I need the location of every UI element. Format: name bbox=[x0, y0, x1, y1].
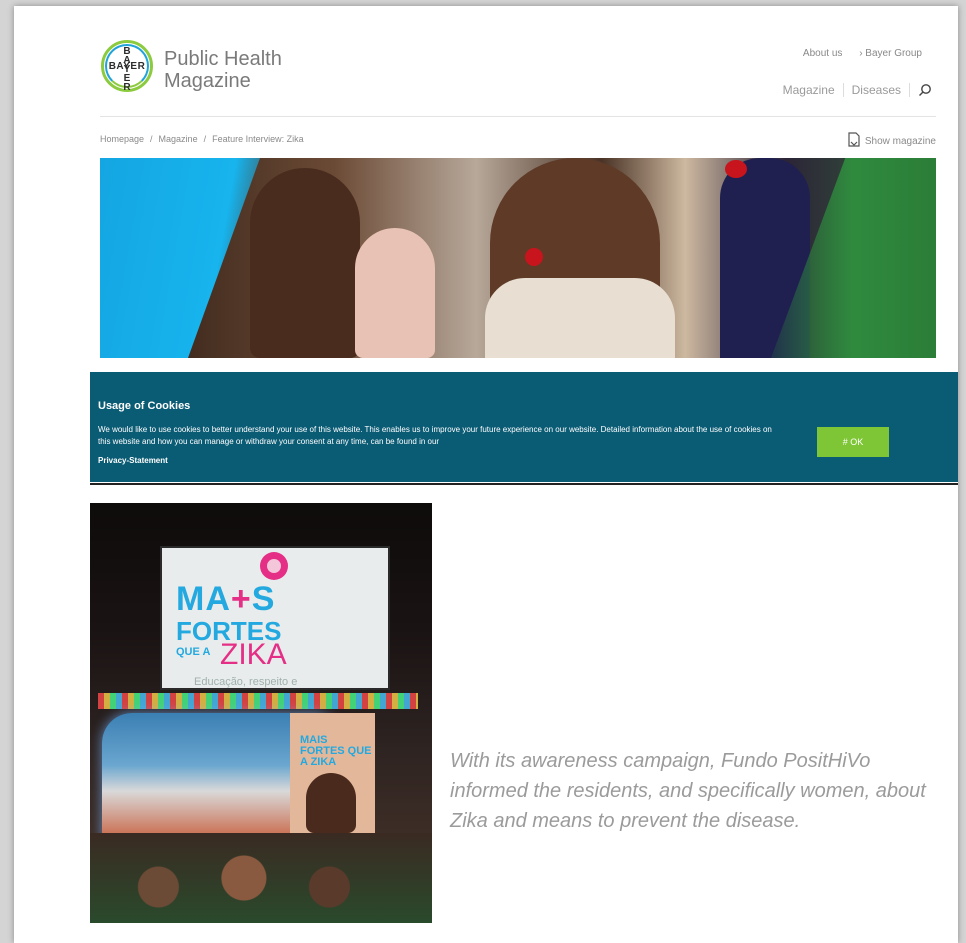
main-nav: Magazine Diseases bbox=[783, 83, 932, 97]
magazine-icon bbox=[847, 132, 860, 150]
breadcrumb: Homepage / Magazine / Feature Interview: Zik… bbox=[100, 134, 304, 144]
top-links: About us › Bayer Group bbox=[789, 48, 922, 59]
billboard-line-1: MA+S bbox=[176, 580, 276, 618]
hero-figure bbox=[355, 228, 435, 358]
clown-nose bbox=[525, 248, 543, 266]
poster-figure bbox=[306, 773, 356, 833]
bayer-group-link[interactable]: › Bayer Group bbox=[859, 48, 922, 59]
cookie-ok-button[interactable]: # OK bbox=[817, 427, 889, 457]
bayer-logo[interactable]: BAYER BAYER bbox=[101, 40, 153, 93]
search-icon[interactable] bbox=[918, 83, 932, 97]
venus-symbol-icon bbox=[260, 552, 288, 580]
breadcrumb-separator: / bbox=[203, 134, 207, 144]
cookie-banner: Usage of Cookies We would like to use co… bbox=[90, 372, 958, 482]
photo-caption: With its awareness campaign, Fundo Posit… bbox=[450, 750, 926, 832]
brand-line-1: Public Health bbox=[164, 48, 282, 70]
nav-divider bbox=[842, 83, 844, 97]
billboard-line-4: ZIKA bbox=[220, 638, 287, 671]
poster-text: MAIS FORTES QUE A ZIKA bbox=[300, 734, 372, 768]
brand-title[interactable]: Public Health Magazine bbox=[164, 48, 282, 92]
cookie-banner-border bbox=[90, 483, 958, 485]
about-us-link[interactable]: About us bbox=[803, 48, 842, 59]
hero-figure bbox=[485, 278, 675, 358]
cookie-text: We would like to use cookies to better u… bbox=[98, 425, 772, 446]
clown-nose bbox=[725, 160, 747, 178]
crowd bbox=[90, 833, 432, 923]
hero-figure bbox=[250, 168, 360, 358]
hero-image bbox=[100, 158, 936, 358]
brand-line-2: Magazine bbox=[164, 70, 251, 92]
billboard: MA+S FORTES QUE A ZIKA Educação, respeit… bbox=[160, 546, 390, 690]
nav-magazine[interactable]: Magazine bbox=[783, 83, 835, 97]
string-lights bbox=[98, 693, 418, 709]
logo-horizontal-text: BAYER bbox=[108, 61, 146, 72]
hero-blue-overlay bbox=[100, 158, 260, 358]
nav-divider bbox=[909, 83, 910, 97]
billboard-line-5: Educação, respeito e bbox=[194, 676, 298, 688]
privacy-statement-link[interactable]: Privacy-Statement bbox=[98, 456, 168, 465]
poster: MAIS FORTES QUE A ZIKA bbox=[290, 713, 375, 843]
cookie-title: Usage of Cookies bbox=[98, 400, 191, 412]
breadcrumb-homepage[interactable]: Homepage bbox=[100, 134, 144, 144]
breadcrumb-current: Feature Interview: Zika bbox=[212, 134, 304, 144]
billboard-line-3: QUE A bbox=[176, 646, 211, 658]
nav-diseases[interactable]: Diseases bbox=[852, 83, 901, 97]
show-magazine-link[interactable]: Show magazine bbox=[847, 132, 936, 150]
page: BAYER BAYER Public Health Magazine About… bbox=[14, 6, 958, 943]
breadcrumb-separator: / bbox=[150, 134, 153, 144]
header-divider bbox=[100, 116, 936, 117]
campaign-photo: MA+S FORTES QUE A ZIKA Educação, respeit… bbox=[90, 503, 432, 923]
breadcrumb-magazine[interactable]: Magazine bbox=[159, 134, 198, 144]
show-magazine-label: Show magazine bbox=[864, 135, 936, 147]
